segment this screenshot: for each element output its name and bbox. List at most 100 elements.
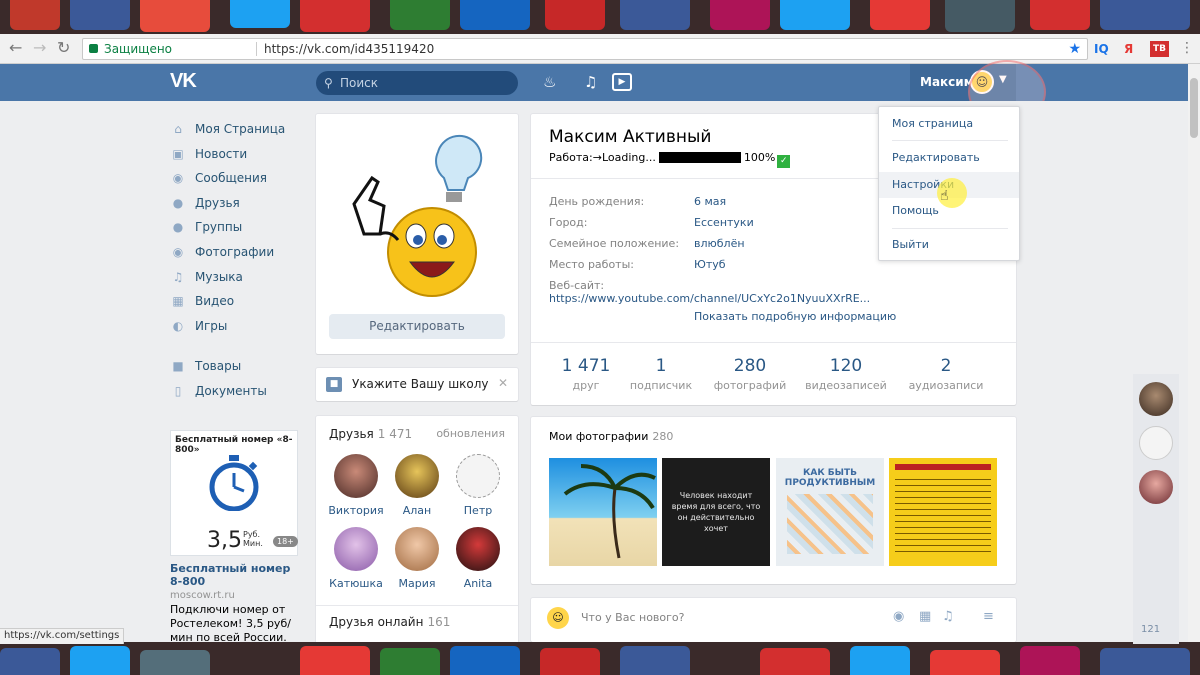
sidebar-friend-avatar[interactable]: [1139, 382, 1173, 416]
text-format-icon[interactable]: ≡: [983, 609, 994, 624]
friend-avatar: [334, 454, 378, 498]
back-icon[interactable]: ←: [9, 40, 22, 56]
ad-box-title: Бесплатный номер «8-800»: [175, 435, 293, 455]
friends-updates-link[interactable]: обновления: [436, 427, 505, 440]
dropdown-my-page[interactable]: Моя страница: [879, 111, 1019, 137]
wallpaper-top: [0, 0, 1200, 34]
palm-tree-photo: [563, 464, 656, 559]
friend-item[interactable]: Петр: [448, 454, 508, 517]
photo-thumbnail[interactable]: [549, 458, 657, 566]
school-icon: ■: [326, 377, 342, 392]
friends-header[interactable]: Друзья 1 471: [329, 427, 412, 441]
menu-item-my-page[interactable]: ⌂ Моя Страница: [170, 117, 305, 142]
friend-avatar: [334, 527, 378, 571]
sidebar-friends-count[interactable]: 121: [1141, 624, 1160, 635]
yandex-extension-button[interactable]: Я: [1124, 42, 1133, 56]
forward-icon[interactable]: →: [33, 40, 46, 56]
menu-item-photos[interactable]: ◉ Фотографии: [170, 240, 305, 265]
friend-item[interactable]: Виктория: [326, 454, 386, 517]
wallpaper-bottom: [0, 642, 1200, 675]
url-text: https://vk.com/id435119420: [264, 42, 435, 56]
video-icon[interactable]: ▦: [919, 609, 931, 624]
friend-item[interactable]: Катюшка: [326, 527, 386, 590]
photo-infographic-title: КАК БЫТЬ ПРОДУКТИВНЫМ: [784, 468, 876, 488]
ad-text: Подключи номер от Ростелеком! 3,5 руб/ми…: [170, 603, 291, 642]
counter-photos[interactable]: 280 фотографий: [705, 356, 795, 392]
friend-avatar: [456, 454, 500, 498]
friends-online-count: 161: [427, 615, 451, 629]
photo-thumbnail[interactable]: Человек находит время для всего, что он …: [662, 458, 770, 566]
bookmark-star-icon[interactable]: ★: [1068, 39, 1081, 59]
profile-photo[interactable]: [350, 134, 490, 304]
friend-item[interactable]: Anita: [448, 527, 508, 590]
ad-price-unit: Руб.: [243, 530, 261, 539]
menu-item-video[interactable]: ▦ Видео: [170, 289, 305, 314]
browser-menu-icon[interactable]: ⋮: [1180, 40, 1194, 56]
profile-field-website: Веб-сайт:https://www.youtube.com/channel…: [549, 279, 871, 305]
my-photos-block: Мои фотографии 280 Человек находит время …: [531, 417, 1016, 584]
menu-item-games[interactable]: ◐ Игры: [170, 314, 305, 339]
iq-extension-button[interactable]: IQ: [1094, 42, 1109, 56]
search-placeholder: Поиск: [340, 76, 379, 90]
loading-bar: [658, 152, 741, 163]
music-note-icon[interactable]: ♫: [942, 609, 954, 624]
music-icon[interactable]: ♫: [584, 72, 597, 92]
status-percent: 100%: [743, 151, 776, 164]
camera-icon[interactable]: ◉: [893, 609, 904, 624]
photo-thumbnail[interactable]: [889, 458, 997, 566]
lock-icon: [89, 44, 98, 53]
right-friends-bar: 121: [1133, 374, 1179, 644]
photos-header[interactable]: Мои фотографии 280: [549, 430, 673, 443]
address-bar[interactable]: Защищено https://vk.com/id435119420 ★: [82, 38, 1088, 60]
friend-item[interactable]: Алан: [387, 454, 447, 517]
vk-logo[interactable]: VK: [170, 70, 197, 93]
friend-avatar: [395, 527, 439, 571]
post-input-placeholder: Что у Вас нового?: [581, 611, 685, 624]
sidebar-friend-avatar[interactable]: [1139, 426, 1173, 460]
age-badge: 18+: [273, 536, 298, 547]
edit-profile-button[interactable]: Редактировать: [329, 314, 505, 339]
ad-price: 3,5: [207, 528, 242, 553]
play-icon[interactable]: ▶: [612, 73, 632, 91]
menu-item-music[interactable]: ♫ Музыка: [170, 265, 305, 290]
browser-status-url: https://vk.com/settings: [0, 628, 125, 644]
page-scrollbar[interactable]: [1188, 64, 1200, 642]
counter-videos[interactable]: 120 видеозаписей: [801, 356, 891, 392]
bell-icon[interactable]: ♨: [543, 72, 556, 92]
counter-audios[interactable]: 2 аудиозаписи: [901, 356, 991, 392]
ad-domain: moscow.rt.ru: [170, 590, 235, 601]
profile-status[interactable]: Работа:→Loading... 100% ✓: [549, 151, 791, 168]
friend-item[interactable]: Мария: [387, 527, 447, 590]
left-menu: ⌂ Моя Страница ▣ Новости ◉ Сообщения ● Друзь…: [170, 117, 305, 404]
news-icon: ▣: [172, 146, 184, 161]
friend-avatar: [456, 527, 500, 571]
ad-image[interactable]: Бесплатный номер «8-800» 3,5 Руб. Мин. 18…: [170, 430, 298, 556]
dropdown-logout[interactable]: Выйти: [879, 232, 1019, 258]
composer-avatar: ☺: [547, 607, 569, 629]
advertisement[interactable]: Бесплатный номер «8-800» 3,5 Руб. Мин. 18…: [170, 430, 305, 642]
school-prompt[interactable]: ■ Укажите Вашу школу ✕: [316, 368, 518, 401]
tv-extension-button[interactable]: ТВ: [1150, 41, 1169, 57]
friend-avatar: [395, 454, 439, 498]
menu-item-friends[interactable]: ● Друзья: [170, 191, 305, 216]
bag-icon: ■: [172, 359, 184, 374]
post-composer[interactable]: ☺ Что у Вас нового? ◉ ▦ ♫ ≡: [531, 598, 1016, 642]
menu-item-documents[interactable]: ▯ Документы: [170, 379, 305, 404]
show-more-info-link[interactable]: Показать подробную информацию: [694, 310, 896, 323]
sidebar-friend-avatar[interactable]: [1139, 470, 1173, 504]
menu-item-goods[interactable]: ■ Товары: [170, 354, 305, 379]
counter-followers[interactable]: 1 подписчик: [616, 356, 706, 392]
menu-item-groups[interactable]: ● Группы: [170, 215, 305, 240]
profile-name: Максим Активный: [549, 127, 712, 147]
photos-count: 280: [652, 430, 674, 443]
search-input[interactable]: ⚲ Поиск: [316, 71, 518, 95]
dropdown-edit[interactable]: Редактировать: [879, 145, 1019, 171]
menu-item-messages[interactable]: ◉ Сообщения: [170, 166, 305, 191]
ad-title[interactable]: Бесплатный номер 8-800: [170, 562, 305, 588]
photo-thumbnail[interactable]: КАК БЫТЬ ПРОДУКТИВНЫМ: [776, 458, 884, 566]
reload-icon[interactable]: ↻: [57, 40, 70, 56]
friends-online-header[interactable]: Друзья онлайн 161: [329, 615, 450, 629]
close-icon[interactable]: ✕: [498, 376, 508, 390]
menu-item-news[interactable]: ▣ Новости: [170, 142, 305, 167]
school-prompt-label: Укажите Вашу школу: [352, 377, 489, 391]
